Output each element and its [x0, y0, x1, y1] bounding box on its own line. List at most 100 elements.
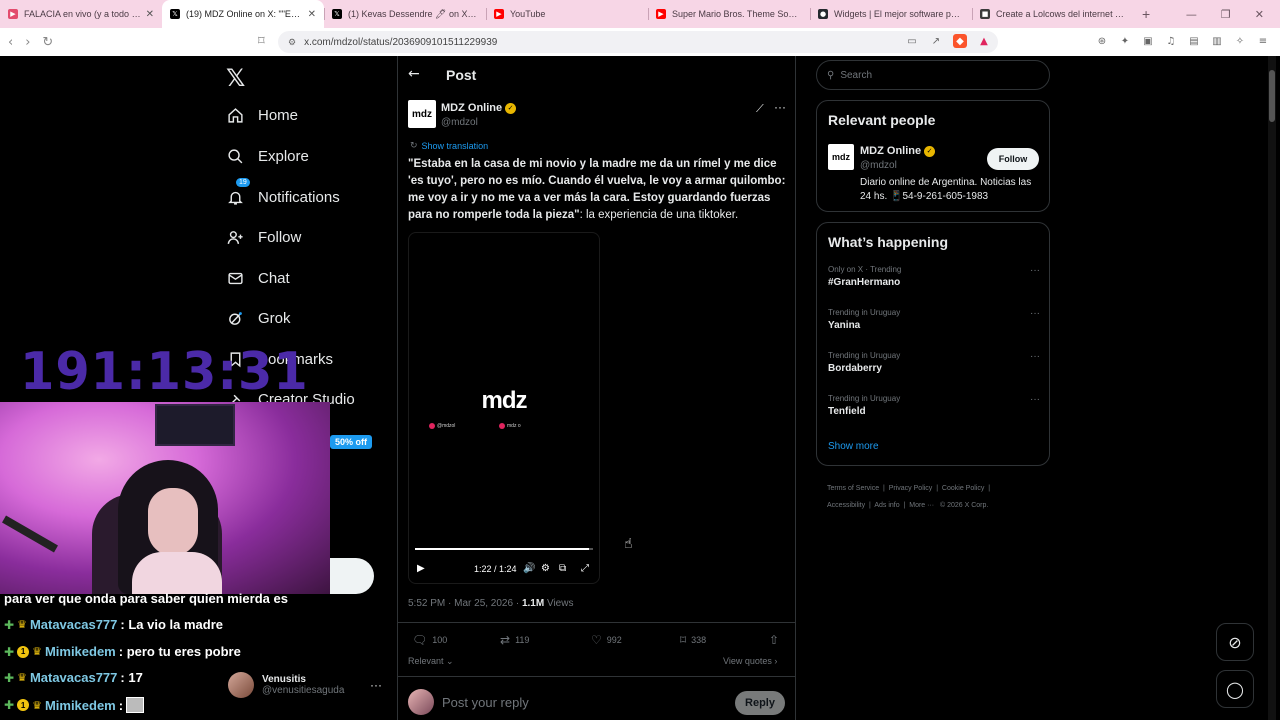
reply-button[interactable]: 🗨 100 [412, 633, 447, 647]
more-icon[interactable]: ··· [1030, 394, 1040, 405]
youtube-icon: ▶ [494, 9, 504, 19]
share-button[interactable]: ⇧ [769, 633, 779, 647]
grok-floating-button[interactable]: ⊘ [1216, 623, 1254, 661]
x-logo-icon[interactable]: 𝕏 [226, 64, 245, 92]
reload-icon[interactable]: ↻ [42, 35, 53, 50]
person-handle: @mdzol [860, 160, 897, 171]
close-icon[interactable]: ✕ [308, 9, 316, 20]
nav-item-explore[interactable]: Explore [226, 147, 309, 165]
reply-input[interactable]: Post your reply [442, 695, 529, 710]
close-window-icon[interactable]: ✕ [1255, 8, 1264, 21]
more-icon[interactable]: ··· [1030, 265, 1040, 276]
more-icon[interactable]: ··· [370, 678, 382, 692]
media-icon[interactable]: ♫ [1164, 34, 1178, 48]
menu-icon[interactable]: ≡ [1256, 34, 1270, 48]
picture-in-picture-icon[interactable]: ⧉ [559, 563, 566, 574]
trend-item[interactable]: Trending in Uruguay Bordaberry ··· [828, 351, 1040, 374]
person-avatar[interactable]: mdz [828, 144, 854, 170]
author-name[interactable]: MDZ Online ✓ [441, 102, 517, 114]
chat-message: ✚ 1 ♛ Mimikedem : pero tu eres pobre [4, 644, 241, 659]
post-meta: 5:52 PM · Mar 25, 2026 · 1.1M Views [408, 598, 574, 609]
browser-tab-active[interactable]: 𝕏 (19) MDZ Online on X: ""Estaba ✕ [162, 0, 324, 28]
bookmark-button[interactable]: ⌑ 338 [680, 633, 706, 647]
account-switcher[interactable]: Venusitis @venusitiesaguda [228, 672, 344, 698]
browser-tab[interactable]: ▶FALACIA en vivo (y a todo color) - Re✕ [0, 0, 162, 28]
puzzle-icon[interactable]: ✦ [1118, 34, 1132, 48]
share-icon[interactable]: ↗ [929, 34, 943, 48]
repost-button[interactable]: ⇄ 119 [500, 633, 529, 647]
tiermaker-icon: ■ [980, 9, 990, 19]
nav-item-notifications[interactable]: 19 Notifications [226, 178, 340, 206]
sub-badge-icon: 1 [17, 699, 30, 711]
more-options-icon[interactable]: ··· [774, 100, 786, 114]
brave-rewards-icon[interactable]: ▲ [977, 34, 991, 48]
footer-links: Terms of Service | Privacy Policy | Cook… [827, 485, 991, 509]
scrollbar[interactable] [1268, 56, 1276, 720]
footer-link[interactable]: Accessibility [827, 502, 865, 509]
browser-tab[interactable]: 𝕏(1) Kevas Dessendre 🖊 on X: "@He [324, 0, 486, 28]
back-arrow-icon[interactable]: ← [408, 66, 420, 82]
play-icon[interactable]: ▶ [417, 563, 425, 574]
messages-floating-button[interactable]: ◯ [1216, 670, 1254, 708]
browser-tab[interactable]: ■ Create a Lolcows del internet Tier Li [972, 0, 1134, 28]
like-button[interactable]: ♡ 992 [591, 633, 622, 647]
show-more-link[interactable]: Show more [828, 441, 879, 452]
nav-item-chat[interactable]: Chat [226, 269, 290, 287]
wallet-icon[interactable]: ▤ [1187, 34, 1201, 48]
more-icon[interactable]: ··· [1030, 308, 1040, 319]
author-handle[interactable]: @mdzol [441, 117, 478, 128]
extension-icon[interactable]: ▣ [1141, 34, 1155, 48]
extension-icon[interactable]: ⊛ [1095, 34, 1109, 48]
brave-shield-icon[interactable]: ◆ [953, 34, 967, 48]
maximize-icon[interactable]: ❐ [1221, 8, 1231, 21]
browser-tab[interactable]: ▶Super Mario Bros. Theme Song - You [648, 0, 810, 28]
stream-timer: 191:13:31 [20, 342, 309, 402]
footer-link[interactable]: Cookie Policy [942, 485, 984, 492]
follow-button[interactable]: Follow [987, 148, 1039, 170]
reply-submit-button[interactable]: Reply [735, 691, 785, 715]
footer-link[interactable]: More ··· [909, 502, 934, 509]
site-info-icon[interactable]: ⚙ [288, 37, 296, 48]
nav-item-grok[interactable]: Grok [226, 309, 291, 327]
close-icon[interactable]: ✕ [146, 9, 154, 20]
chat-badge-icon: ✚ [4, 698, 15, 712]
browser-tab[interactable]: ▶ YouTube [486, 0, 648, 28]
search-input[interactable]: ⚲ Search [816, 60, 1050, 90]
trend-item[interactable]: Only on X · Trending #GranHermano ··· [828, 265, 1040, 288]
grok-explain-icon[interactable]: ⟋ [756, 102, 764, 116]
install-app-icon[interactable]: ▭ [905, 34, 919, 48]
fullscreen-icon[interactable]: ⤢ [581, 563, 589, 574]
leo-icon[interactable]: ✧ [1233, 34, 1247, 48]
settings-icon[interactable]: ⚙ [541, 563, 550, 574]
nav-item-home[interactable]: Home [226, 106, 298, 124]
footer-link[interactable]: Privacy Policy [889, 485, 933, 492]
chat-badge-icon: ✚ [4, 617, 15, 632]
trend-item[interactable]: Trending in Uruguay Tenfield ··· [828, 394, 1040, 417]
minimize-icon[interactable]: — [1186, 8, 1197, 21]
video-progress-bar[interactable] [415, 548, 593, 550]
trend-item[interactable]: Trending in Uruguay Yanina ··· [828, 308, 1040, 331]
address-bar[interactable]: ⚙ x.com/mdzol/status/2036909101511229939 [278, 31, 998, 53]
footer-link[interactable]: Terms of Service [827, 485, 879, 492]
volume-icon[interactable]: 🔊 [523, 563, 535, 574]
new-tab-button[interactable]: + [1142, 6, 1150, 22]
forward-icon[interactable]: › [25, 35, 30, 50]
back-icon[interactable]: ‹ [8, 35, 13, 50]
author-avatar[interactable]: mdz [408, 100, 436, 128]
more-icon[interactable]: ··· [1030, 351, 1040, 362]
bookmark-page-icon[interactable]: ⌑ [258, 34, 265, 49]
post-text: "Estaba en la casa de mi novio y la madr… [408, 158, 786, 221]
video-player[interactable]: mdz @mdzol mdz o ▶ 1:22 / 1:24 🔊 ⚙ ⧉ ⤢ [408, 232, 600, 584]
show-translation-link[interactable]: ↻ Show translation [410, 141, 488, 151]
sidebar-icon[interactable]: ▥ [1210, 34, 1224, 48]
footer-link[interactable]: Ads info [874, 502, 899, 509]
nav-item-follow[interactable]: Follow [226, 228, 301, 246]
post-timestamp[interactable]: 5:52 PM · Mar 25, 2026 · [408, 598, 522, 609]
person-name[interactable]: MDZ Online ✓ [860, 145, 936, 157]
reply-sort-dropdown[interactable]: Relevant ⌄ [408, 656, 454, 667]
scrollbar-thumb[interactable] [1269, 70, 1275, 122]
x-icon: 𝕏 [170, 9, 180, 19]
video-progress-fill [415, 548, 589, 550]
view-quotes-link[interactable]: View quotes › [723, 656, 777, 666]
browser-tab[interactable]: ● Widgets | El mejor software para po [810, 0, 972, 28]
